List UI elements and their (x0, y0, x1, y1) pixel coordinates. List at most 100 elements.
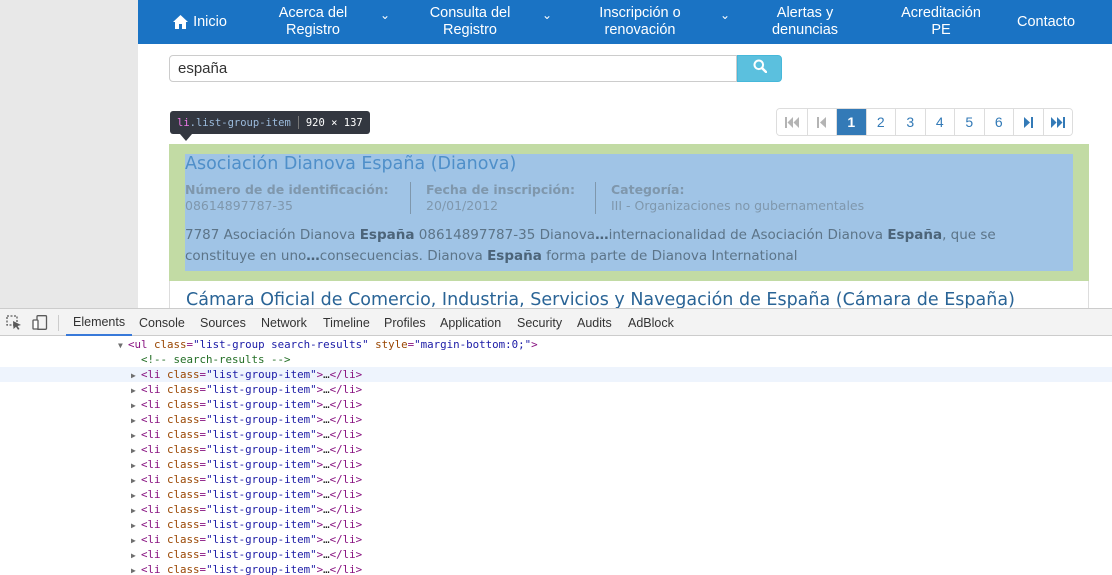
device-mode-icon[interactable] (32, 315, 48, 330)
dom-node-li[interactable]: ▶ <li class="list-group-item">…</li> (0, 412, 1112, 427)
expand-triangle-icon[interactable]: ▶ (131, 503, 141, 518)
expand-triangle-icon[interactable]: ▶ (131, 533, 141, 548)
dom-node-li[interactable]: ▶ <li class="list-group-item">…</li> (0, 517, 1112, 532)
list-item[interactable]: Cámara Oficial de Comercio, Industria, S… (169, 281, 1089, 308)
expand-triangle-icon[interactable]: ▶ (131, 368, 141, 383)
expand-triangle-icon[interactable]: ▶ (131, 383, 141, 398)
tab-security[interactable]: Security (517, 309, 562, 336)
expand-triangle-icon[interactable]: ▶ (131, 413, 141, 428)
tab-network[interactable]: Network (261, 309, 307, 336)
page-5-button[interactable]: 5 (954, 109, 984, 135)
nav-inscripcion[interactable]: Inscripción o renovación ⌄ (582, 0, 730, 44)
meta-divider (595, 182, 596, 214)
next-page-icon (1023, 116, 1033, 128)
dom-comment[interactable]: <!-- search-results --> (0, 352, 1112, 367)
page-4-button[interactable]: 4 (924, 109, 954, 135)
dom-node-li[interactable]: ▶ <li class="list-group-item">…</li> (0, 472, 1112, 487)
next-page-button[interactable] (1013, 109, 1043, 135)
dom-node-li[interactable]: ▶ <li class="list-group-item">…</li> (0, 487, 1112, 502)
dom-node-li[interactable]: ▶ <li class="list-group-item">…</li> (0, 532, 1112, 547)
dom-node-li[interactable]: ▶ <li class="list-group-item">…</li> (0, 382, 1112, 397)
chevron-down-icon[interactable]: ⌄ (542, 7, 552, 24)
inspect-element-icon[interactable] (6, 315, 22, 330)
page-3-button[interactable]: 3 (895, 109, 925, 135)
nav-consulta[interactable]: Consulta del Registro ⌄ (412, 0, 552, 44)
nav-acerca[interactable]: Acerca del Registro ⌄ (256, 0, 390, 44)
tooltip-divider (297, 116, 299, 129)
page-2-button[interactable]: 2 (865, 109, 895, 135)
dom-node-li[interactable]: ▶ <li class="list-group-item">…</li> (0, 562, 1112, 575)
meta-value: 08614897787-35 (185, 198, 293, 213)
expand-triangle-icon[interactable]: ▶ (131, 563, 141, 575)
expand-triangle-icon[interactable]: ▶ (131, 548, 141, 563)
expand-triangle-icon[interactable]: ▶ (131, 443, 141, 458)
dom-node-li[interactable]: ▶ <li class="list-group-item">…</li> (0, 547, 1112, 562)
dom-node-li[interactable]: ▶ <li class="list-group-item">…</li> (0, 427, 1112, 442)
nav-inscripcion-line1: Inscripción o (599, 5, 681, 21)
expand-triangle-icon[interactable]: ▶ (131, 518, 141, 533)
list-item[interactable]: Asociación Dianova España (Dianova) Núme… (169, 144, 1089, 281)
meta-label: Categoría: (611, 182, 685, 197)
tab-application[interactable]: Application (440, 309, 501, 336)
tooltip-class: .list-group-item (189, 116, 291, 129)
tab-console[interactable]: Console (139, 309, 185, 336)
last-page-button[interactable] (1042, 109, 1072, 135)
nav-acerca-line2: Registro (285, 22, 340, 38)
nav-alertas-line2: denuncias (771, 22, 839, 38)
nav-contacto[interactable]: Contacto (1010, 0, 1082, 44)
page-1-button[interactable]: 1 (836, 109, 866, 135)
nav-acreditacion[interactable]: Acreditación PE (894, 0, 988, 44)
nav-alertas[interactable]: Alertas y denuncias (760, 0, 850, 44)
tab-elements[interactable]: Elements (66, 309, 133, 336)
browser-viewport: Inicio Acerca del Registro ⌄ Consulta del… (0, 0, 1112, 308)
expand-triangle-icon[interactable]: ▶ (131, 428, 141, 443)
first-page-button[interactable] (777, 109, 807, 135)
meta-value: 20/01/2012 (426, 198, 499, 213)
page-6-button[interactable]: 6 (983, 109, 1013, 135)
meta-identificacion: Número de de identificación: 08614897787… (185, 182, 389, 213)
nav-consulta-line2: Registro (442, 22, 497, 38)
meta-categoria: Categoría: III - Organizaciones no guber… (611, 182, 864, 213)
tab-profiles[interactable]: Profiles (384, 309, 426, 336)
pagination: 1 2 3 4 5 6 (776, 108, 1073, 136)
dom-node-li[interactable]: ▶ <li class="list-group-item">…</li> (0, 397, 1112, 412)
nav-contacto-label: Contacto (1016, 13, 1076, 30)
nav-consulta-line1: Consulta del (429, 5, 511, 21)
dom-node-li[interactable]: ▶ <li class="list-group-item">…</li> (0, 367, 1112, 382)
list-item-content: Asociación Dianova España (Dianova) Núme… (185, 154, 1073, 271)
nav-acerca-line1: Acerca del (278, 5, 348, 21)
result-title[interactable]: Cámara Oficial de Comercio, Industria, S… (186, 290, 1015, 308)
dom-node-li[interactable]: ▶ <li class="list-group-item">…</li> (0, 502, 1112, 517)
prev-page-button[interactable] (806, 109, 836, 135)
result-snippet: 7787 Asociación Dianova España 086148977… (185, 227, 996, 264)
site-page: Inicio Acerca del Registro ⌄ Consulta del… (138, 0, 1112, 308)
chevron-down-icon[interactable]: ⌄ (380, 7, 390, 24)
dom-node-ul[interactable]: ▼ <ul class="list-group search-results" s… (0, 337, 1112, 352)
nav-acreditacion-line2: PE (931, 22, 951, 38)
result-title[interactable]: Asociación Dianova España (Dianova) (185, 154, 516, 174)
collapse-triangle-icon[interactable]: ▼ (118, 338, 128, 353)
expand-triangle-icon[interactable]: ▶ (131, 488, 141, 503)
search-input[interactable]: españa (169, 55, 737, 82)
chevron-down-icon[interactable]: ⌄ (720, 7, 730, 24)
expand-triangle-icon[interactable]: ▶ (131, 398, 141, 413)
nav-home[interactable]: Inicio (166, 0, 234, 44)
tooltip-tag: li (177, 116, 190, 129)
tab-audits[interactable]: Audits (577, 309, 612, 336)
search-button[interactable] (737, 55, 782, 82)
search-icon (753, 59, 767, 78)
nav-alertas-line1: Alertas y (776, 5, 834, 21)
meta-divider (410, 182, 411, 214)
prev-page-icon (817, 116, 827, 128)
nav-home-label: Inicio (193, 13, 227, 30)
dom-node-li[interactable]: ▶ <li class="list-group-item">…</li> (0, 457, 1112, 472)
expand-triangle-icon[interactable]: ▶ (131, 458, 141, 473)
tab-sources[interactable]: Sources (200, 309, 246, 336)
expand-triangle-icon[interactable]: ▶ (131, 473, 141, 488)
meta-value: III - Organizaciones no gubernamentales (611, 198, 865, 213)
home-icon (173, 15, 189, 29)
toolbar-divider (58, 315, 59, 331)
tab-timeline[interactable]: Timeline (323, 309, 370, 336)
tab-adblock[interactable]: AdBlock (628, 309, 674, 336)
dom-node-li[interactable]: ▶ <li class="list-group-item">…</li> (0, 442, 1112, 457)
